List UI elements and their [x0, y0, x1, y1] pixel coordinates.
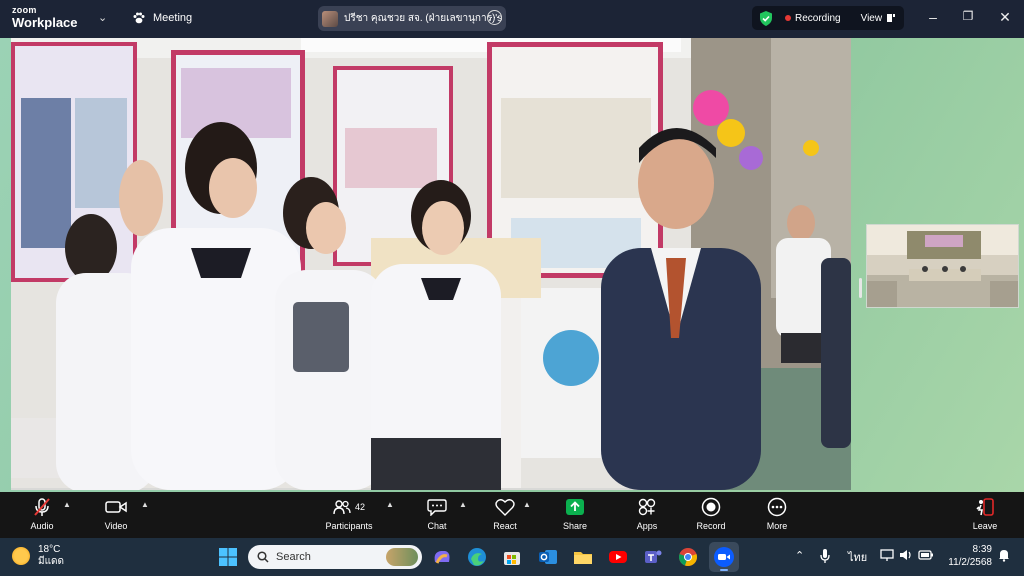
- search-highlight-icon: [386, 548, 418, 566]
- shared-video[interactable]: [11, 38, 851, 490]
- mic-muted-icon: [34, 498, 50, 516]
- sharer-avatar: [322, 10, 338, 27]
- clock-date: 11/2/2568: [948, 557, 992, 568]
- react-label: React: [493, 521, 517, 531]
- audio-label: Audio: [30, 521, 54, 531]
- file-explorer-icon[interactable]: [572, 546, 594, 568]
- share-button[interactable]: Share: [558, 496, 592, 536]
- search-icon: [257, 551, 269, 563]
- apps-icon: [638, 498, 656, 516]
- zoom-app-icon: [714, 547, 734, 567]
- chat-options-caret-icon[interactable]: ▲: [459, 500, 467, 509]
- chat-icon: [427, 499, 447, 516]
- zoom-window: zoom Workplace ⌄ Meeting ปรีชา คุณชวย สจ…: [0, 0, 1024, 576]
- leave-button[interactable]: Leave: [968, 496, 1002, 536]
- react-button[interactable]: React: [488, 496, 522, 536]
- video-label: Video: [104, 521, 128, 531]
- paw-icon: [133, 12, 145, 24]
- sharer-name: ปรีชา คุณชวย สจ. (ฝ่ายเลขานุการ)'s: [344, 13, 503, 24]
- youtube-icon[interactable]: [607, 546, 629, 568]
- input-language[interactable]: ไทย: [848, 548, 867, 566]
- edge-icon[interactable]: [466, 546, 488, 568]
- view-button[interactable]: View: [861, 13, 897, 24]
- chrome-icon[interactable]: [677, 546, 699, 568]
- search-placeholder: Search: [276, 551, 311, 563]
- weather-condition: มีแดด: [38, 556, 65, 567]
- chevron-down-icon[interactable]: ⌄: [98, 11, 107, 24]
- participants-label: Participants: [325, 521, 373, 531]
- close-icon[interactable]: ✕: [995, 9, 1015, 26]
- view-layout-icon: [887, 14, 896, 22]
- participant-thumbnail[interactable]: [866, 224, 1019, 308]
- participants-count: 42: [354, 502, 365, 512]
- weather-widget[interactable]: 18°C มีแดด: [12, 544, 64, 568]
- recording-status: Recording View: [752, 6, 904, 30]
- leave-label: Leave: [972, 521, 998, 531]
- shield-check-icon[interactable]: [759, 10, 773, 26]
- meeting-info-button[interactable]: Meeting: [132, 11, 192, 25]
- recording-label: Recording: [795, 12, 841, 24]
- record-label: Record: [696, 521, 726, 531]
- title-bar: zoom Workplace ⌄ Meeting ปรีชา คุณชวย สจ…: [0, 0, 1024, 38]
- conference-room-thumbnail: [867, 225, 1018, 307]
- meeting-stage: [0, 38, 1024, 492]
- react-options-caret-icon[interactable]: ▲: [523, 500, 531, 509]
- apps-button[interactable]: Apps: [630, 496, 664, 536]
- microphone-tray-icon[interactable]: [819, 548, 831, 564]
- notifications-icon[interactable]: [997, 548, 1011, 562]
- copilot-icon[interactable]: [431, 546, 453, 568]
- temperature: 18°C: [38, 544, 61, 555]
- view-label: View: [860, 12, 883, 24]
- tray-overflow-icon[interactable]: ⌃: [795, 549, 804, 562]
- zoom-taskbar-button[interactable]: [709, 542, 739, 572]
- network-icon[interactable]: [880, 548, 894, 562]
- share-screen-icon: [566, 499, 584, 515]
- chat-button[interactable]: Chat: [420, 496, 454, 536]
- taskbar-search[interactable]: Search: [248, 545, 422, 569]
- audio-options-caret-icon[interactable]: ▲: [63, 500, 71, 509]
- sun-icon: [12, 547, 30, 565]
- brand-top: zoom: [12, 5, 37, 15]
- panel-resize-handle[interactable]: [859, 278, 862, 298]
- minimize-icon[interactable]: –: [923, 9, 943, 25]
- battery-icon[interactable]: [918, 548, 934, 562]
- record-button[interactable]: Record: [694, 496, 728, 536]
- record-icon: [701, 497, 721, 517]
- brand-bottom: Workplace: [12, 15, 78, 30]
- outlook-icon[interactable]: [537, 546, 559, 568]
- volume-icon[interactable]: [899, 548, 913, 562]
- meeting-label: Meeting: [153, 12, 193, 24]
- apps-label: Apps: [636, 521, 658, 531]
- video-options-caret-icon[interactable]: ▲: [141, 500, 149, 509]
- audio-button[interactable]: Audio: [22, 496, 62, 536]
- meeting-toolbar: Audio ▲ Video ▲ 42 Participants ▲ Chat ▲…: [0, 492, 1024, 538]
- recording-dot-icon: [785, 15, 791, 21]
- windows-start-icon[interactable]: [217, 546, 239, 568]
- windows-taskbar: 18°C มีแดด Search ⌃ ไทย 8:39 11/2/2568: [0, 538, 1024, 576]
- share-label: Share: [562, 521, 588, 531]
- participants-options-caret-icon[interactable]: ▲: [386, 500, 394, 509]
- clock-time: 8:39: [972, 544, 992, 555]
- system-clock[interactable]: 8:39 11/2/2568: [948, 543, 992, 569]
- store-icon[interactable]: [501, 546, 523, 568]
- camera-icon: [105, 501, 127, 513]
- more-button[interactable]: More: [760, 496, 794, 536]
- exhibition-photo: [11, 38, 851, 490]
- teams-icon[interactable]: [642, 546, 664, 568]
- screen-share-indicator[interactable]: ปรีชา คุณชวย สจ. (ฝ่ายเลขานุการ)'s ···: [318, 6, 506, 31]
- leave-icon: [976, 498, 994, 516]
- zoom-logo[interactable]: zoom Workplace: [12, 5, 78, 30]
- restore-icon[interactable]: ❐: [958, 9, 978, 23]
- participants-icon: [333, 500, 351, 515]
- chat-label: Chat: [427, 521, 447, 531]
- video-button[interactable]: Video: [96, 496, 136, 536]
- participants-button[interactable]: 42 Participants: [318, 496, 380, 536]
- more-icon: [767, 497, 787, 517]
- more-label: More: [766, 521, 788, 531]
- heart-icon: [495, 499, 515, 516]
- active-app-indicator: [720, 569, 728, 571]
- more-options-icon[interactable]: ···: [487, 10, 502, 25]
